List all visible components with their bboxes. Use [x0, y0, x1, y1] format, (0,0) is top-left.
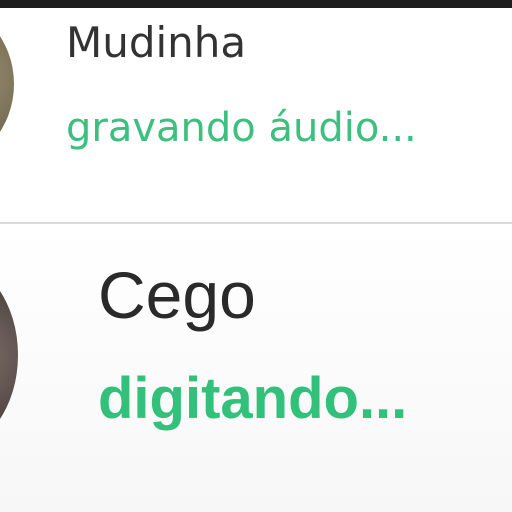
contact-name: Mudinha: [66, 18, 247, 67]
chat-list-item[interactable]: Mudinha gravando áudio...: [0, 4, 512, 222]
top-bar: [0, 0, 512, 8]
contact-avatar[interactable]: [0, 260, 18, 450]
chat-list-item[interactable]: Cego digitando...: [0, 224, 512, 512]
recording-audio-status: gravando áudio...: [66, 105, 417, 151]
typing-status: digitando...: [98, 366, 408, 431]
chat-list-screen: Mudinha gravando áudio... Cego digitando…: [0, 0, 512, 512]
contact-name: Cego: [98, 258, 256, 332]
contact-avatar[interactable]: [0, 4, 14, 164]
